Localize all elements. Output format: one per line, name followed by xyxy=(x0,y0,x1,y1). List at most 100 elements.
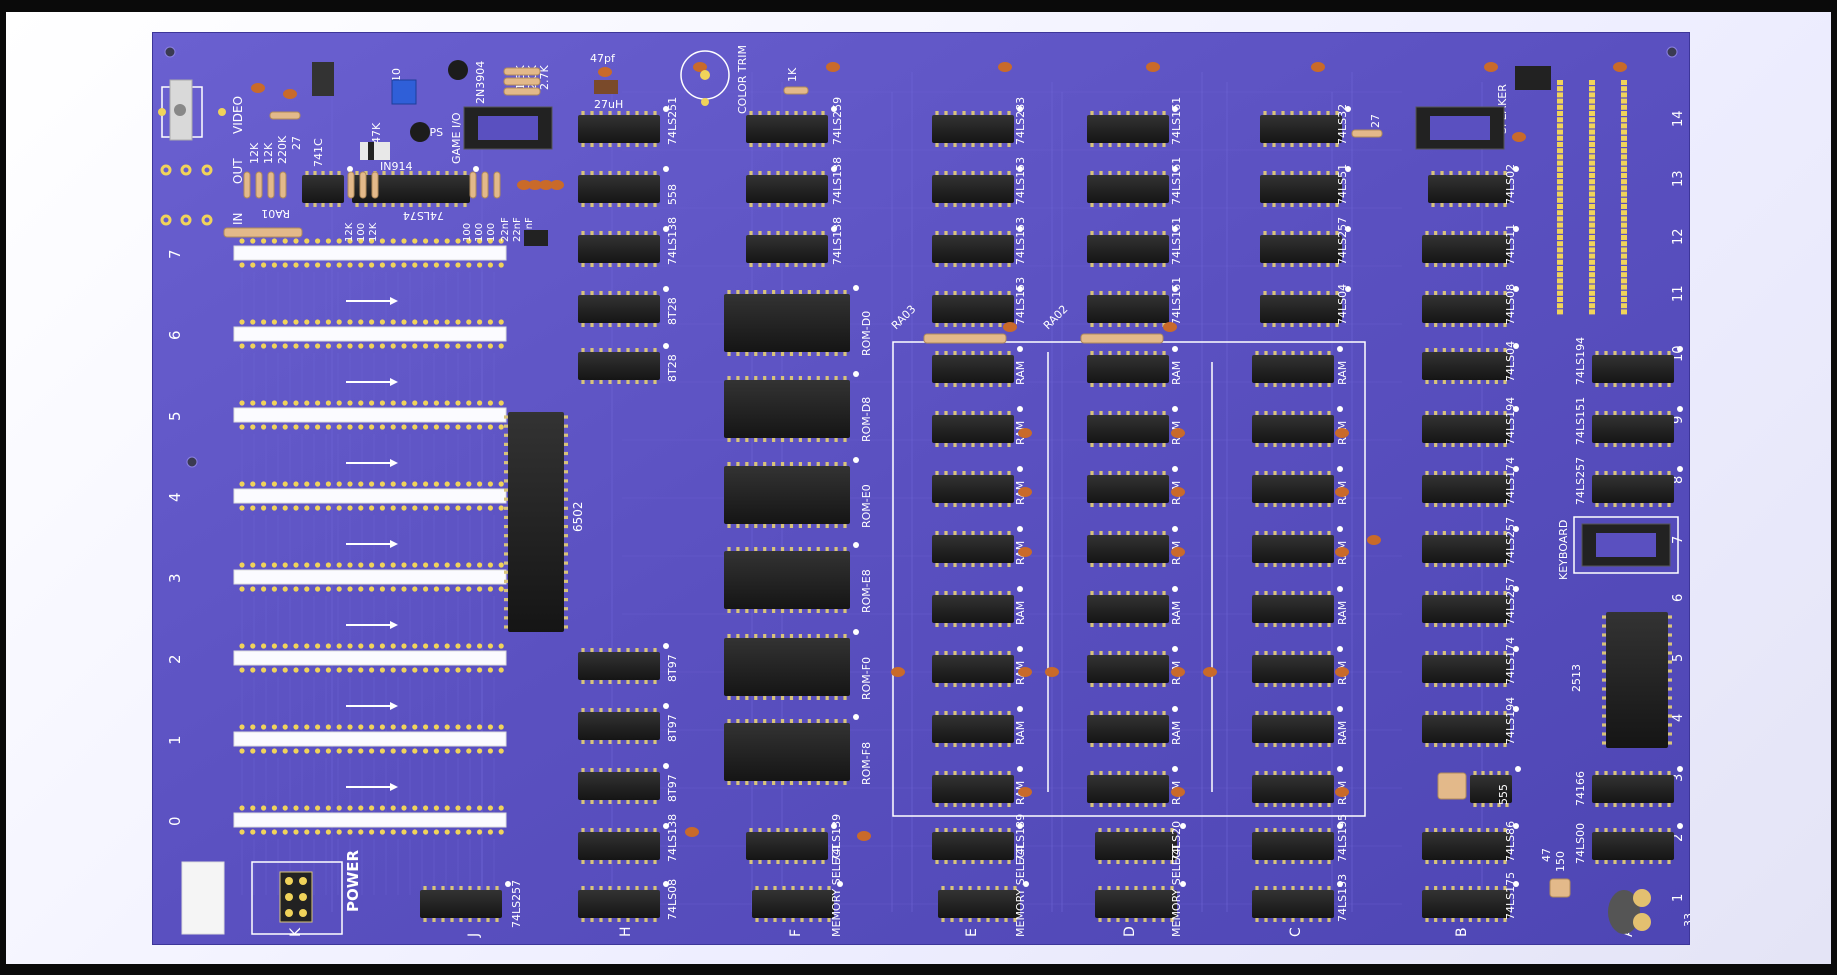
chip-label: 74LS174 xyxy=(1504,457,1517,505)
column-letter-H: H xyxy=(618,926,634,937)
chip-label: 74LS257 xyxy=(1336,217,1349,265)
resistor xyxy=(469,171,477,199)
chip-label: 74LS251 xyxy=(666,97,679,145)
c47pf-label: 47pf xyxy=(590,52,616,65)
header-pin xyxy=(1557,284,1563,290)
header-pin xyxy=(1621,204,1627,209)
header-pin xyxy=(1589,154,1595,160)
chip-label: 74LS257 xyxy=(510,880,523,928)
header-pin xyxy=(1589,179,1595,185)
in914-label: IN914 xyxy=(380,160,412,173)
header-pin xyxy=(1557,135,1563,141)
capacitor xyxy=(1311,62,1325,72)
header-pin xyxy=(1557,235,1563,240)
ram-label: RAM xyxy=(1336,601,1349,625)
header-pin xyxy=(1589,228,1595,234)
header-pin xyxy=(1621,266,1627,271)
capacitor xyxy=(1171,667,1185,677)
column-letter-B: B xyxy=(1454,927,1470,937)
in-label: IN xyxy=(231,212,245,225)
header-pin xyxy=(1557,241,1563,247)
row-number: 11 xyxy=(1671,285,1686,302)
header-pin xyxy=(1557,80,1563,85)
row-number: 6 xyxy=(1671,594,1686,602)
slot-number: 1 xyxy=(166,735,184,745)
r100-label-b: 100 xyxy=(462,223,473,242)
r27-label: 27 xyxy=(290,136,303,150)
chip-label: 74LS257 xyxy=(1504,577,1517,625)
capacitor xyxy=(1018,787,1032,797)
capacitor xyxy=(1512,132,1526,142)
capacitor xyxy=(891,667,905,677)
chip-label: 74LS283 xyxy=(1014,97,1027,145)
resistor xyxy=(347,171,355,199)
capacitor xyxy=(598,67,612,77)
chip-label: 74LS161 xyxy=(1170,157,1183,205)
chip-label: ROM-E0 xyxy=(860,484,873,528)
color-trim-label: COLOR TRIM xyxy=(736,45,749,114)
slot-number: 5 xyxy=(166,411,184,421)
chip-label: 74LS257 xyxy=(1574,457,1587,505)
header-pin xyxy=(1589,235,1595,240)
header-pin xyxy=(1589,80,1595,85)
header-pin xyxy=(1621,235,1627,240)
header-pin xyxy=(1557,222,1563,228)
header-pin xyxy=(1621,253,1627,259)
header-pin xyxy=(1589,148,1595,154)
header-pin xyxy=(1621,222,1627,228)
chip-label: ROM-F8 xyxy=(860,742,873,785)
header-pin xyxy=(1621,117,1627,123)
chip-label: 74LS04 xyxy=(1504,341,1517,382)
r100-label-c: 100 xyxy=(474,223,485,242)
header-pin xyxy=(1557,197,1563,203)
resistor xyxy=(503,87,541,96)
ram-label: RAM xyxy=(1170,601,1183,625)
header-pin xyxy=(1621,154,1627,160)
inductor xyxy=(594,80,618,94)
header-pin xyxy=(1621,111,1627,116)
apple-pcb-board[interactable]: 1413121110987654321 76543210 74LS2515587… xyxy=(152,32,1690,945)
capacitor xyxy=(1171,547,1185,557)
chip-label: 74LS194 xyxy=(1504,397,1517,445)
r12k-label-d: 12K xyxy=(368,222,379,242)
header-pin xyxy=(1621,166,1627,172)
capacitor xyxy=(1045,667,1059,677)
resistor xyxy=(223,227,303,238)
capacitor xyxy=(1018,487,1032,497)
chip-label: 74LS00 xyxy=(1574,823,1587,864)
chip-label: 74LS08 xyxy=(1504,284,1517,325)
column-letter-C: C xyxy=(1288,927,1304,937)
header-pins xyxy=(312,62,334,96)
top-right-socket xyxy=(1415,106,1505,150)
power-header xyxy=(279,871,313,923)
header-pin xyxy=(1621,104,1627,110)
header-pin xyxy=(1621,228,1627,234)
chip-label: 74LS04 xyxy=(1336,284,1349,325)
header-pin xyxy=(1557,117,1563,123)
header-pin xyxy=(1589,117,1595,123)
capacitor xyxy=(685,827,699,837)
header-pin xyxy=(1621,129,1627,135)
chip-label: 74LS138 xyxy=(666,217,679,265)
header-pin xyxy=(1589,253,1595,259)
chip-label: 74LS175 xyxy=(1504,872,1517,920)
chip-label: 74LS161 xyxy=(1170,217,1183,265)
ram-label: RAM xyxy=(1014,361,1027,385)
video-label: VIDEO xyxy=(231,96,245,134)
chip-label: 74LS153 xyxy=(1014,157,1027,205)
power-label: POWER xyxy=(344,849,362,912)
header-pin xyxy=(1621,123,1627,129)
header-pin xyxy=(1557,129,1563,135)
r47-label: 47 xyxy=(1540,848,1553,862)
header-pin xyxy=(1589,160,1595,166)
transistor-2n3904 xyxy=(448,60,468,80)
header-pin xyxy=(1589,135,1595,141)
chip-label: 74LS257 xyxy=(1504,517,1517,565)
resistor xyxy=(269,111,301,120)
pcb-3d-viewer[interactable]: 14 13 12 11 10 9 8 7 6 5 4 3 2 1 76543210 74LS251 558 7… xyxy=(6,12,1831,964)
chip-label: 74LS174 xyxy=(1504,637,1517,685)
diode-in914 xyxy=(360,142,390,160)
potentiometer xyxy=(391,79,417,105)
capacitor xyxy=(1335,428,1349,438)
header-pin xyxy=(1589,123,1595,129)
